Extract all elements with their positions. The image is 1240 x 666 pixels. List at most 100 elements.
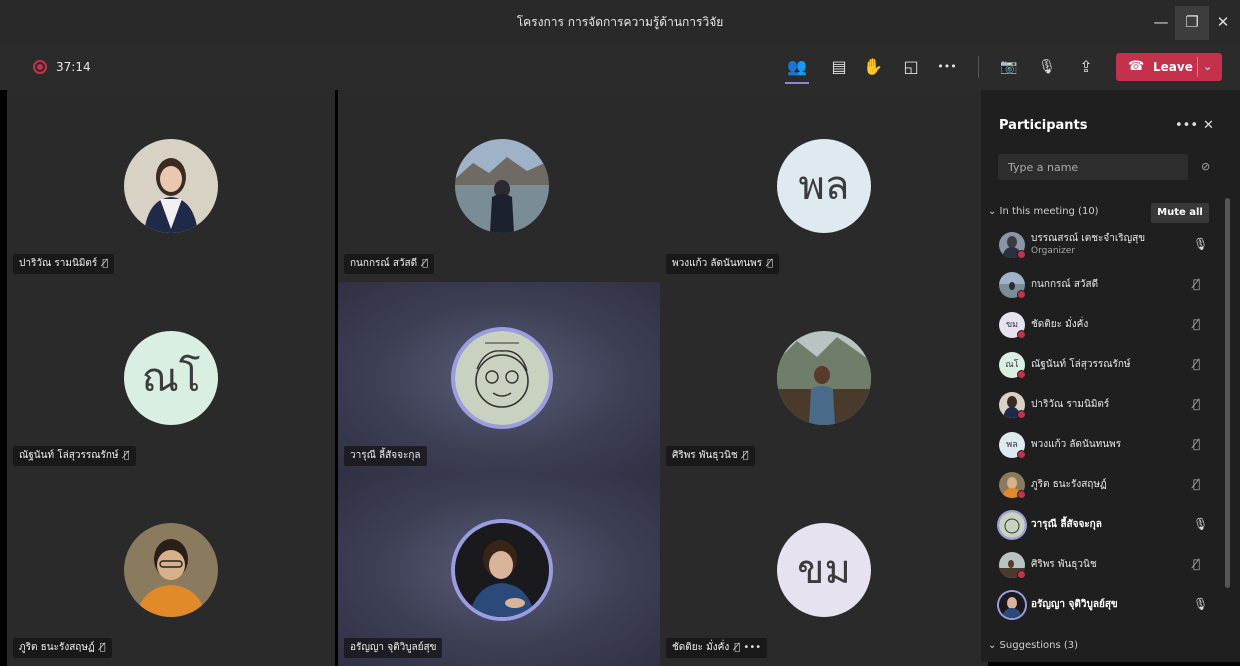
avatar [999, 472, 1026, 499]
avatar: ณโ [999, 352, 1026, 379]
participant-list-item[interactable]: วารุณี ลี้สัจจะกุล 🎙 [981, 506, 1221, 544]
suggestions-section-header[interactable]: ⌄ Suggestions (3) [988, 640, 1078, 651]
raise-hand-icon[interactable]: ✋ [858, 52, 888, 82]
participant-list-item[interactable]: อรัญญา จุติวิบูลย์สุข 🎙 [981, 586, 1221, 624]
mic-off-icon[interactable]: 🎙̸ [1193, 397, 1200, 411]
leave-options-chevron-icon[interactable]: ⌄ [1203, 53, 1212, 81]
participant-name: กนกกรณ์ สวัสดี [1031, 279, 1099, 290]
window-title: โครงการ การจัดการความรู้ด้านการวิจัย [516, 15, 724, 29]
panel-scrollbar[interactable] [1225, 198, 1230, 588]
in-meeting-section-header[interactable]: ⌄ In this meeting (10) [988, 206, 1099, 217]
panel-title: Participants [999, 118, 1088, 133]
participant-name-tag: ณัฐนันท์ โล่สุวรรณรักษ์ 🎙̸ [13, 446, 136, 466]
chat-icon[interactable]: ▤ [824, 52, 854, 82]
participant-list-item[interactable]: กนกกรณ์ สวัสดี 🎙̸ [981, 266, 1221, 304]
mic-off-icon: 🎙̸ [99, 642, 106, 653]
avatar: พล [777, 139, 871, 233]
hang-up-icon: ☎ [1128, 59, 1145, 74]
participant-tile-speaking[interactable]: วารุณี ลี้สัจจะกุล [338, 282, 666, 474]
avatar: พล [999, 432, 1026, 459]
status-badge [1017, 370, 1026, 379]
participant-name: พวงแก้ว ลัดนันทนพร [1031, 439, 1122, 450]
recording-icon [33, 60, 47, 74]
avatar [999, 272, 1026, 299]
participant-tile[interactable]: พล พวงแก้ว ลัดนันทนพร 🎙̸ [660, 90, 988, 282]
mic-off-icon[interactable]: 🎙̸ ••• [734, 642, 761, 653]
microphone-icon[interactable]: 🎙 [1032, 52, 1062, 82]
participant-tile[interactable]: ณโ ณัฐนันท์ โล่สุวรรณรักษ์ 🎙̸ [7, 282, 335, 474]
avatar-initials: ขม [797, 547, 851, 593]
mic-on-icon[interactable]: 🎙 [1193, 517, 1208, 531]
avatar: ขม [999, 312, 1026, 339]
participant-name: ณัฐนันท์ โล่สุวรรณรักษ์ [1031, 359, 1131, 370]
close-window-button[interactable]: ✕ [1206, 6, 1240, 40]
participant-tile[interactable]: ปาริวัณ รามนิมิตร์ 🎙̸ [7, 90, 335, 282]
participant-photo-icon [455, 139, 549, 233]
maximize-button[interactable]: ❐ [1175, 6, 1209, 40]
panel-close-icon[interactable]: ✕ [1203, 118, 1214, 133]
sketch-avatar-icon [455, 331, 549, 425]
mic-off-icon[interactable]: 🎙̸ [1193, 277, 1200, 291]
participant-tile[interactable]: ขม ชัดติยะ มั่งคั่ง 🎙̸ ••• [660, 474, 988, 666]
status-badge [1017, 250, 1026, 259]
avatar [999, 592, 1025, 618]
share-screen-icon[interactable]: ⇪ [1071, 52, 1101, 82]
participant-list-item[interactable]: ขม ชัดติยะ มั่งคั่ง 🎙̸ [981, 306, 1221, 344]
mic-off-icon: 🎙̸ [742, 450, 749, 461]
participant-name-tag: อรัญญา จุติวิบูลย์สุข [344, 638, 443, 658]
participant-photo-icon [124, 523, 218, 617]
status-badge [1017, 290, 1026, 299]
mic-off-icon[interactable]: 🎙̸ [1193, 357, 1200, 371]
participant-name: วารุณี ลี้สัจจะกุล [1031, 519, 1102, 530]
mic-off-icon[interactable]: 🎙̸ [1193, 317, 1200, 331]
participant-tile[interactable]: กนกกรณ์ สวัสดี 🎙̸ [338, 90, 666, 282]
meeting-timer: 37:14 [56, 60, 91, 74]
participant-tile[interactable]: ภูริต ธนะรังสฤษฏ์ 🎙̸ [7, 474, 335, 666]
mic-on-icon[interactable]: 🎙 [1193, 237, 1208, 251]
participant-name-tag: ปาริวัณ รามนิมิตร์ 🎙̸ [13, 254, 115, 274]
more-actions-icon[interactable]: ••• [932, 52, 962, 82]
avatar [777, 331, 871, 425]
avatar [124, 139, 218, 233]
participant-name: บรรณสรณ์ เตชะจำเริญสุข [1031, 233, 1146, 244]
avatar [455, 523, 549, 617]
mic-off-icon: 🎙̸ [422, 258, 429, 269]
mic-off-icon[interactable]: 🎙̸ [1193, 437, 1200, 451]
mic-off-icon: 🎙̸ [102, 258, 109, 269]
people-icon[interactable]: 👥 [782, 52, 812, 84]
participant-search-input[interactable] [998, 154, 1188, 180]
participant-list-item[interactable]: ภูริต ธนะรังสฤษฏ์ 🎙̸ [981, 466, 1221, 504]
participant-list-item[interactable]: ปาริวัณ รามนิมิตร์ 🎙̸ [981, 386, 1221, 424]
participant-photo-icon [777, 331, 871, 425]
leave-label: Leave [1153, 60, 1193, 74]
participant-list-item[interactable]: บรรณสรณ์ เตชะจำเริญสุข Organizer 🎙 [981, 226, 1221, 264]
participant-name-tag: ภูริต ธนะรังสฤษฏ์ 🎙̸ [13, 638, 112, 658]
participant-list-item[interactable]: ศิริพร พันธุวนิช 🎙̸ [981, 546, 1221, 584]
camera-off-icon[interactable]: 📷 [994, 52, 1024, 82]
leave-divider [1197, 57, 1198, 77]
mute-all-button[interactable]: Mute all [1151, 203, 1209, 223]
participant-tile-speaking[interactable]: อรัญญา จุติวิบูลย์สุข [338, 474, 666, 666]
participant-name-tag: พวงแก้ว ลัดนันทนพร 🎙̸ [666, 254, 780, 274]
participant-name-tag: ชัดติยะ มั่งคั่ง 🎙̸ ••• [666, 638, 768, 658]
participant-tile[interactable]: ศิริพร พันธุวนิช 🎙̸ [660, 282, 988, 474]
participant-name: ปาริวัณ รามนิมิตร์ [1031, 399, 1110, 410]
mic-off-icon[interactable]: 🎙̸ [1193, 557, 1200, 571]
participant-name-tag: กนกกรณ์ สวัสดี 🎙̸ [344, 254, 435, 274]
minimize-button[interactable]: — [1144, 6, 1178, 40]
panel-more-icon[interactable]: ••• [1175, 118, 1198, 133]
mic-on-icon[interactable]: 🎙 [1193, 597, 1208, 611]
leave-button[interactable]: ☎ Leave ⌄ [1116, 53, 1222, 81]
mic-off-icon: 🎙̸ [767, 258, 774, 269]
avatar [999, 392, 1026, 419]
avatar [124, 523, 218, 617]
participant-list-item[interactable]: พล พวงแก้ว ลัดนันทนพร 🎙̸ [981, 426, 1221, 464]
participant-list-item[interactable]: ณโ ณัฐนันท์ โล่สุวรรณรักษ์ 🎙̸ [981, 346, 1221, 384]
mic-off-icon[interactable]: 🎙̸ [1193, 477, 1200, 491]
avatar-initials: พล [798, 163, 850, 209]
avatar [999, 512, 1025, 538]
toolbar-divider [978, 56, 979, 78]
breakout-rooms-icon[interactable]: ◱ [896, 52, 926, 82]
participant-name-tag: ศิริพร พันธุวนิช 🎙̸ [666, 446, 755, 466]
share-invite-icon[interactable]: ⊘ [1201, 160, 1210, 173]
